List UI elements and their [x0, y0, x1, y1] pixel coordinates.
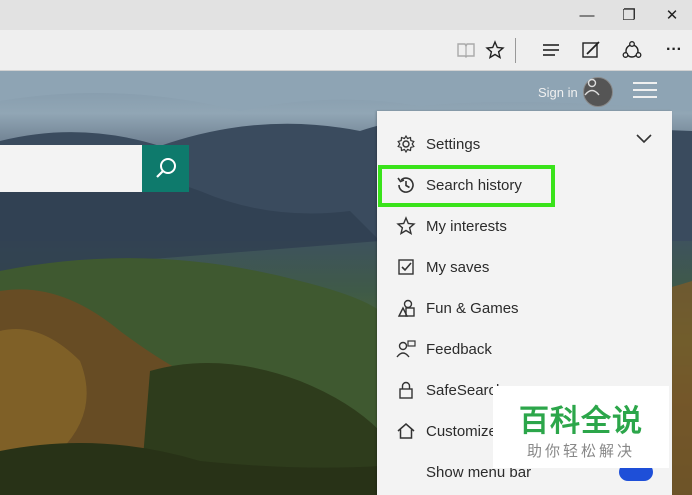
menu-label-fun-games: Fun & Games	[426, 299, 519, 317]
menu-label-feedback: Feedback	[426, 340, 492, 358]
hamburger-menu-icon[interactable]	[633, 82, 657, 102]
menu-label-settings: Settings	[426, 135, 481, 153]
restore-button[interactable]: ❐	[609, 0, 649, 30]
feedback-person-icon	[395, 338, 417, 360]
home-icon	[395, 420, 417, 442]
chevron-down-icon[interactable]	[635, 133, 653, 145]
minimize-button[interactable]: —	[567, 0, 607, 30]
search-button[interactable]	[142, 145, 189, 192]
search-input[interactable]	[0, 145, 142, 192]
sign-in-link[interactable]: Sign in	[538, 85, 578, 100]
menu-label-my-interests: My interests	[426, 217, 507, 235]
games-icon	[395, 297, 417, 319]
web-note-icon[interactable]	[577, 36, 605, 64]
user-icon	[584, 78, 600, 96]
favorites-star-icon[interactable]	[481, 36, 509, 64]
menu-item-my-saves[interactable]: My saves	[377, 247, 672, 287]
lock-icon	[395, 379, 417, 401]
browser-toolbar: ···	[0, 30, 692, 71]
checkbox-icon	[395, 256, 417, 278]
menu-label-customize: Customize	[426, 422, 497, 440]
close-button[interactable]: ✕	[652, 0, 692, 30]
more-icon[interactable]: ···	[660, 36, 688, 64]
menu-item-feedback[interactable]: Feedback	[377, 329, 672, 369]
gear-icon	[395, 133, 417, 155]
menu-item-my-interests[interactable]: My interests	[377, 206, 672, 246]
watermark-main-text: 百科全说	[519, 405, 643, 438]
title-bar: — ❐ ✕	[0, 0, 692, 30]
menu-label-my-saves: My saves	[426, 258, 490, 276]
watermark-logo: 百科全说 助你轻松解决	[493, 386, 669, 468]
menu-item-settings[interactable]: Settings	[377, 124, 672, 164]
avatar[interactable]	[583, 77, 613, 107]
reading-view-icon[interactable]	[452, 36, 480, 64]
share-icon[interactable]	[618, 36, 646, 64]
search-history-highlight	[378, 165, 555, 207]
hub-icon[interactable]	[537, 36, 565, 64]
star-outline-icon	[395, 215, 417, 237]
toolbar-separator	[515, 38, 516, 63]
watermark-sub-text: 助你轻松解决	[526, 443, 635, 460]
search-icon	[155, 157, 176, 178]
menu-item-fun-games[interactable]: Fun & Games	[377, 288, 672, 328]
